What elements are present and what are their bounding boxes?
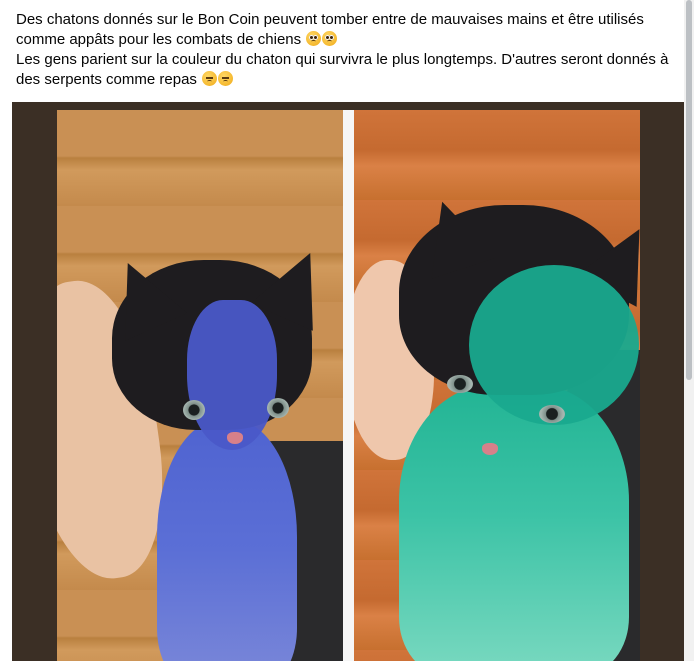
- kitten-eye: [539, 405, 565, 423]
- post-paragraph-1: Des chatons donnés sur le Bon Coin peuve…: [16, 10, 678, 50]
- scrollbar-thumb[interactable]: [686, 0, 692, 380]
- pensive-face-emoji-icon: [202, 71, 218, 86]
- kitten-eye: [447, 375, 473, 393]
- post-paragraph-2: Les gens parient sur la couleur du chato…: [16, 50, 678, 90]
- kitten-eye: [267, 398, 289, 418]
- kitten-eye: [183, 400, 205, 420]
- post-message: Des chatons donnés sur le Bon Coin peuve…: [16, 10, 678, 90]
- photo-divider: [343, 110, 354, 661]
- kitten-face-paint: [187, 300, 277, 450]
- post-text-line-2: Les gens parient sur la couleur du chato…: [16, 51, 669, 88]
- green-painted-kitten: [369, 165, 640, 661]
- kitten-body: [157, 420, 297, 661]
- kitten-body: [399, 385, 629, 661]
- kitten-nose: [482, 443, 498, 455]
- post-photo[interactable]: [12, 102, 686, 661]
- kitten-nose: [227, 432, 243, 444]
- kitten-head: [399, 191, 640, 425]
- kitten-ear: [409, 191, 497, 279]
- kitten-ear: [96, 249, 188, 341]
- blue-painted-kitten: [96, 220, 342, 661]
- pleading-face-emoji-icon: [322, 31, 338, 46]
- page-scrollbar[interactable]: [684, 0, 694, 661]
- pleading-face-emoji-icon: [306, 31, 322, 46]
- pensive-face-emoji-icon: [218, 71, 234, 86]
- feed-post: Des chatons donnés sur le Bon Coin peuve…: [0, 0, 686, 661]
- photo-panel-green-kitten: [354, 110, 640, 661]
- photo-panel-blue-kitten: [57, 110, 343, 661]
- kitten-face-paint: [469, 265, 639, 425]
